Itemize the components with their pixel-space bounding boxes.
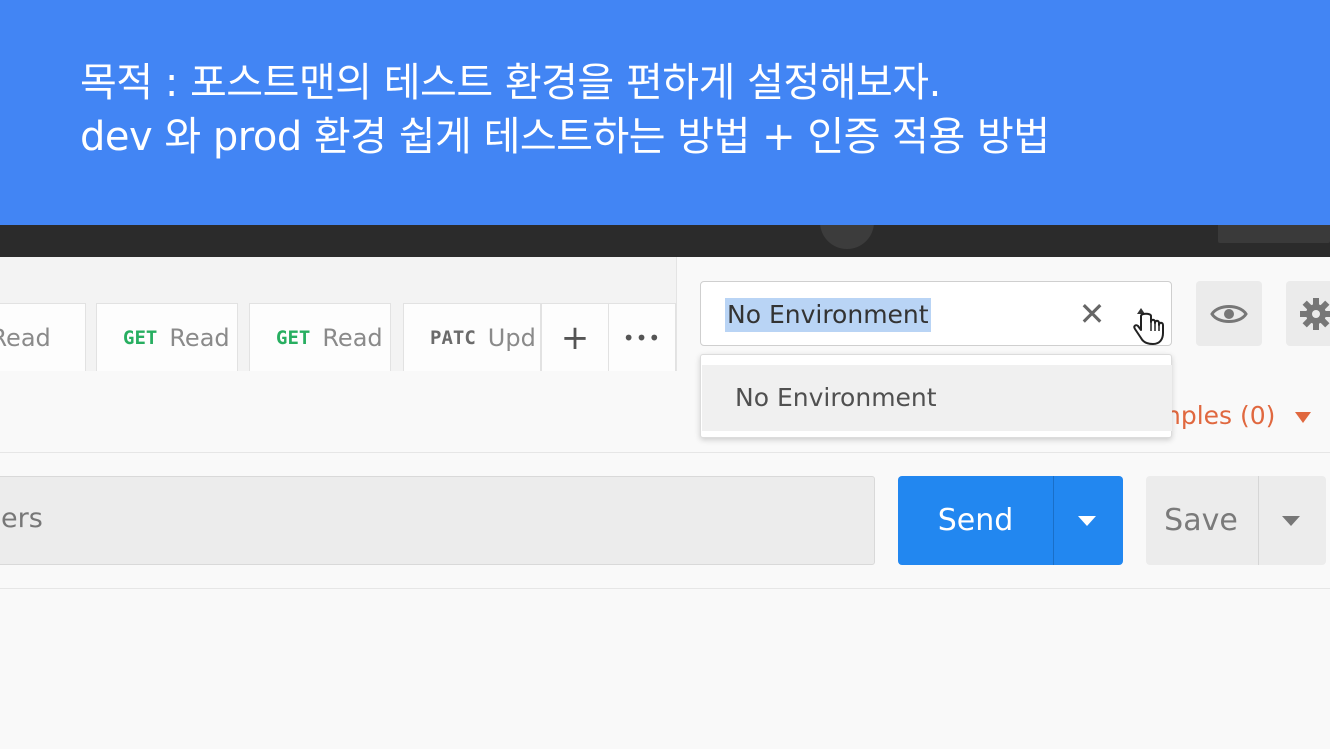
request-tab[interactable]: GET Read xyxy=(96,303,238,371)
header-control[interactable] xyxy=(1218,223,1330,243)
title-banner: 목적 : 포스트맨의 테스트 환경을 편하게 설정해보자. dev 와 prod… xyxy=(0,0,1330,225)
send-button-label: Send xyxy=(937,503,1014,538)
tab-name: Read xyxy=(0,323,51,352)
save-button-label: Save xyxy=(1164,503,1238,538)
environment-option[interactable]: No Environment xyxy=(702,365,1172,431)
divider xyxy=(0,588,1330,589)
add-tab-button[interactable]: + xyxy=(541,303,609,371)
tab-name: Upd xyxy=(487,323,536,352)
divider xyxy=(1258,476,1259,565)
tab-method: GET xyxy=(276,326,311,349)
environment-dropdown: No Environment xyxy=(700,354,1172,438)
tab-name: Read xyxy=(169,323,230,352)
plus-icon: + xyxy=(560,317,590,358)
banner-line-1: 목적 : 포스트맨의 테스트 환경을 편하게 설정해보자. xyxy=(80,60,941,106)
request-tab[interactable]: GET Read xyxy=(249,303,391,371)
environment-select-value[interactable]: No Environment xyxy=(725,298,931,332)
tab-method: GET xyxy=(123,326,158,349)
gear-icon xyxy=(1300,297,1330,330)
send-button[interactable]: Send xyxy=(898,476,1123,565)
save-options-caret-icon[interactable] xyxy=(1282,516,1300,526)
screen: 목적 : 포스트맨의 테스트 환경을 편하게 설정해보자. dev 와 prod… xyxy=(0,0,1330,749)
divider xyxy=(1053,476,1054,565)
banner-line-2: dev 와 prod 환경 쉽게 테스트하는 방법 + 인증 적용 방법 xyxy=(80,114,1050,160)
save-button[interactable]: Save xyxy=(1146,476,1326,565)
caret-down-icon[interactable] xyxy=(1295,412,1311,423)
url-input-text: ers xyxy=(1,503,43,534)
clear-icon[interactable]: ✕ xyxy=(1075,294,1109,334)
more-tabs-button[interactable]: ••• xyxy=(608,303,676,371)
request-tab[interactable]: PATC Upd xyxy=(403,303,541,371)
url-input[interactable]: ers xyxy=(0,476,875,565)
manage-environments-button[interactable] xyxy=(1286,281,1330,346)
tab-method: PATC xyxy=(430,326,476,349)
request-tab[interactable]: T Read xyxy=(0,303,86,371)
environment-quick-look-button[interactable] xyxy=(1196,281,1262,346)
tab-name: Read xyxy=(322,323,383,352)
more-icon: ••• xyxy=(622,325,662,350)
hand-cursor-icon xyxy=(1133,308,1164,345)
eye-icon xyxy=(1210,304,1248,323)
examples-link[interactable]: nples (0) xyxy=(1165,401,1275,430)
send-options-caret-icon[interactable] xyxy=(1078,516,1096,526)
environment-select[interactable]: No Environment ✕ xyxy=(700,281,1172,346)
